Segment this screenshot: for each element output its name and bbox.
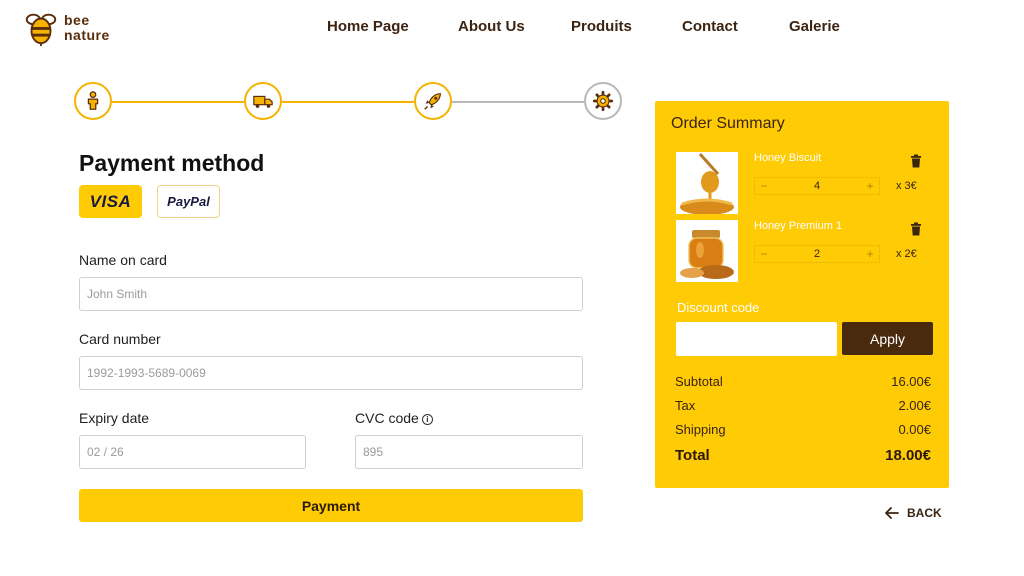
subtotal-value: 16.00€ (891, 374, 931, 389)
nav-about[interactable]: About Us (458, 18, 525, 35)
subtotal-label: Subtotal (675, 374, 723, 389)
order-summary: Order Summary Honey Biscuit − 4 + x 3€ H… (655, 101, 949, 488)
arrow-left-icon (885, 507, 899, 519)
step-delivery[interactable] (414, 82, 452, 120)
gear-icon (592, 90, 614, 112)
subtotal-row: Subtotal 16.00€ (675, 374, 931, 392)
item-price: x 2€ (896, 248, 917, 260)
tax-value: 2.00€ (898, 398, 931, 413)
main-nav: Home Page About Us Produits Contact Gale… (0, 18, 1024, 38)
minus-icon[interactable]: − (755, 247, 773, 261)
back-button[interactable]: BACK (884, 505, 942, 521)
product-image-honey-premium (676, 220, 738, 282)
quantity-stepper: − 4 + (754, 177, 880, 195)
apply-button[interactable]: Apply (842, 322, 933, 355)
nav-produits[interactable]: Produits (571, 18, 632, 35)
shipping-label: Shipping (675, 422, 726, 437)
step-connector (112, 101, 244, 103)
step-connector (282, 101, 414, 103)
honey-dipper-image (676, 152, 738, 214)
product-name: Honey Premium 1 (754, 220, 843, 232)
payment-button[interactable]: Payment (79, 489, 583, 522)
cart-item: Honey Biscuit − 4 + x 3€ (676, 152, 936, 214)
step-confirm[interactable] (584, 82, 622, 120)
back-label: BACK (907, 506, 942, 520)
checkout-stepper (74, 82, 622, 122)
paypal-option[interactable]: PayPal (157, 185, 220, 218)
total-label: Total (675, 447, 710, 464)
discount-code-input[interactable] (676, 322, 837, 356)
order-summary-title: Order Summary (671, 115, 785, 132)
quantity-value[interactable]: 4 (773, 180, 861, 192)
total-row: Total 18.00€ (675, 447, 931, 465)
visa-option[interactable]: VISA (79, 185, 142, 218)
product-image-honey-biscuit (676, 152, 738, 214)
cvc-code-label: CVC code i (355, 410, 433, 426)
expiry-date-label: Expiry date (79, 410, 150, 426)
nav-galerie[interactable]: Galerie (789, 18, 840, 35)
expiry-date-input[interactable] (79, 435, 306, 469)
cart-item: Honey Premium 1 − 2 + x 2€ (676, 220, 936, 282)
plus-icon[interactable]: + (861, 179, 879, 193)
step-connector (452, 101, 584, 103)
name-on-card-input[interactable] (79, 277, 583, 311)
nav-home[interactable]: Home Page (327, 18, 409, 35)
item-price: x 3€ (896, 180, 917, 192)
plus-icon[interactable]: + (861, 247, 879, 261)
cvc-code-input[interactable] (355, 435, 583, 469)
truck-icon (253, 95, 273, 108)
shipping-value: 0.00€ (898, 422, 931, 437)
info-icon[interactable]: i (421, 414, 433, 425)
nav-contact[interactable]: Contact (682, 18, 738, 35)
discount-code-label: Discount code (677, 300, 760, 315)
honey-jar-image (676, 220, 738, 282)
name-on-card-label: Name on card (79, 252, 167, 268)
minus-icon[interactable]: − (755, 179, 773, 193)
quantity-stepper: − 2 + (754, 245, 880, 263)
tax-label: Tax (675, 398, 696, 413)
cvc-code-text: CVC code (355, 410, 419, 426)
trash-icon[interactable] (910, 154, 922, 168)
card-number-input[interactable] (79, 356, 583, 390)
card-number-label: Card number (79, 331, 161, 347)
quantity-value[interactable]: 2 (773, 248, 861, 260)
rocket-icon (424, 93, 441, 110)
tax-row: Tax 2.00€ (675, 398, 931, 416)
shipping-row: Shipping 0.00€ (675, 422, 931, 440)
total-value: 18.00€ (885, 447, 931, 464)
product-name: Honey Biscuit (754, 152, 822, 164)
step-shipping[interactable] (244, 82, 282, 120)
person-icon (87, 91, 99, 110)
trash-icon[interactable] (910, 222, 922, 236)
page-title: Payment method (79, 150, 265, 176)
step-account[interactable] (74, 82, 112, 120)
